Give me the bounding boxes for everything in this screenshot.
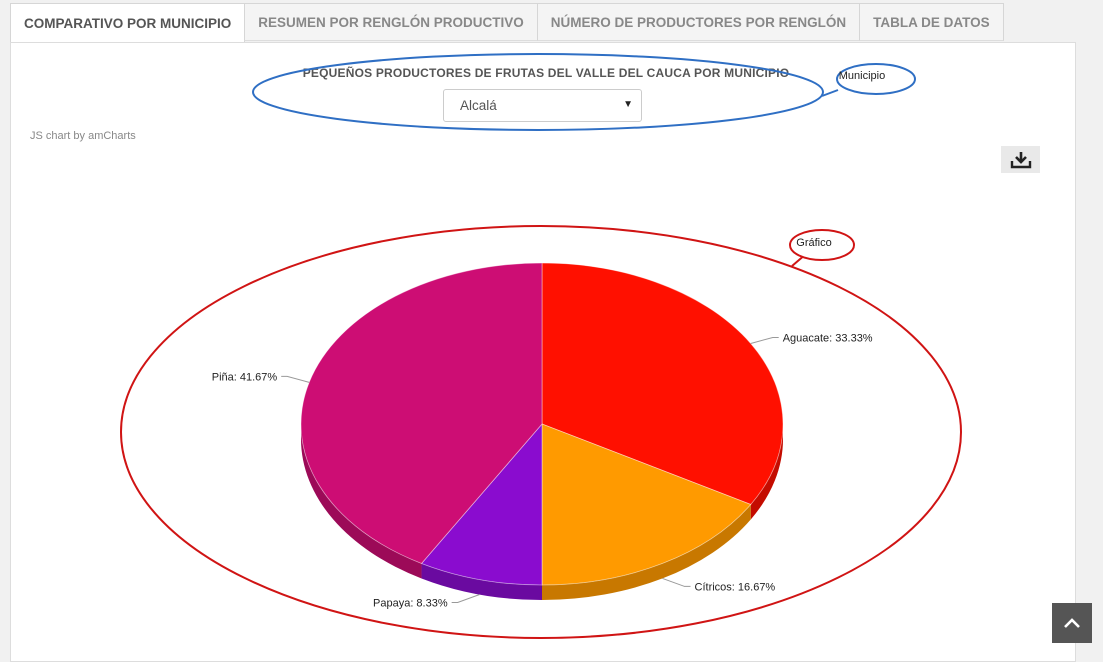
municipio-callout-label: Municipio: [839, 70, 885, 82]
pie-label-piña: Piña: 41.67%: [212, 371, 278, 383]
pie-label-aguacate: Aguacate: 33.33%: [783, 332, 873, 344]
pie-leader-piña: [281, 375, 310, 383]
municipio-highlight-ellipse: [252, 53, 824, 131]
pie-label-papaya: Papaya: 8.33%: [373, 598, 448, 610]
pie-leader-aguacate: [750, 336, 779, 344]
pie-leader-papaya: [451, 594, 480, 604]
chart-canvas: Aguacate: 33.33% Cítricos: 16.67% Papaya: …: [120, 53, 962, 639]
pie-label-cítricos: Cítricos: 16.67%: [695, 581, 776, 593]
scroll-to-top-button[interactable]: [1052, 603, 1092, 643]
pie-chart: [300, 262, 784, 600]
grafico-callout-label: Gráfico: [796, 237, 831, 249]
municipio-callout-pointer: [821, 89, 839, 97]
pie-leader-cítricos: [662, 577, 691, 587]
chevron-up-icon: [1064, 618, 1080, 628]
